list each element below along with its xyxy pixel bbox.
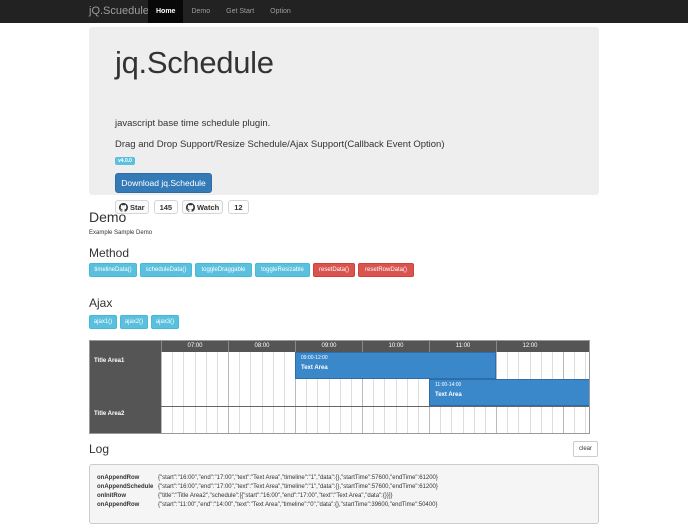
schedule-event-text: Text Area [435, 392, 462, 398]
log-entry-event: onAppendSchedule [97, 484, 154, 490]
navbar-brand[interactable]: jQ.Scuedule.js [0, 0, 160, 23]
page-title: jq.Schedule [115, 45, 274, 80]
log-panel: onAppendRow {"start":"16:00","end":"17:00… [89, 464, 599, 524]
navbar: jQ.Scuedule.js Home Demo Get Start Optio… [0, 0, 688, 23]
log-entry-detail: {"start":"16:00","end":"17:00","text":"T… [158, 484, 438, 490]
demo-heading: Demo [89, 209, 127, 225]
schedule-grid-line [216, 352, 218, 433]
schedule-title-column: Title Area1 Title Area2 [90, 341, 161, 433]
method-heading: Method [89, 246, 130, 260]
schedule-hour-label: 08:00 [228, 341, 295, 352]
schedule-hour-label: 12:00 [496, 341, 563, 352]
nav-item-option[interactable]: Option [262, 0, 299, 23]
nav-item-get-start[interactable]: Get Start [218, 0, 262, 23]
schedule-event-text: Text Area [301, 365, 328, 371]
schedule-event[interactable]: 09:00-12:00 Text Area [295, 352, 496, 379]
log-entry-event: onAppendRow [97, 475, 140, 481]
jumbotron: jq.Schedule javascript base time schedul… [89, 27, 599, 214]
schedule-hour-header: 07:00 08:00 09:00 10:00 11:00 12:00 [161, 341, 589, 352]
ajax-heading: Ajax [89, 296, 113, 310]
toggle-resizable-button[interactable]: toggleResizable [255, 263, 310, 277]
schedule-grid-line [261, 352, 263, 433]
log-entry: onAppendSchedule {"start":"16:00","end":"… [97, 484, 438, 490]
ajax-button-group: ajax1() ajax2() ajax3() [89, 315, 179, 329]
method-button-group: timelineData() scheduleData() toggleDrag… [89, 263, 414, 277]
schedule-event-time: 09:00-12:00 [301, 355, 328, 361]
schedule-event[interactable]: 11:00-14:00 Text Area [429, 379, 589, 406]
log-entry-detail: {"start":"16:00","end":"17:00","text":"T… [158, 475, 438, 481]
schedule-grid-line [283, 352, 285, 433]
schedule-hour-label: 07:00 [161, 341, 228, 352]
download-button[interactable]: Download jq.Schedule [115, 173, 212, 193]
schedule-grid-line [250, 352, 252, 433]
log-entry-detail: {"title":"Title Area2","schedule":[{"sta… [158, 493, 393, 499]
schedule-grid-line [161, 352, 162, 433]
schedule-grid-line [194, 352, 196, 433]
reset-row-data-button[interactable]: resetRowData() [358, 263, 414, 277]
schedule-event-time: 11:00-14:00 [435, 382, 462, 388]
schedule-hour-label: 09:00 [295, 341, 362, 352]
version-badge: v4.0.0 [115, 157, 135, 165]
github-star-label: Star [130, 202, 145, 212]
log-entry-event: onInitRow [97, 493, 126, 499]
nav-item-home[interactable]: Home [148, 0, 184, 23]
schedule-row-title-1: Title Area1 [94, 358, 125, 364]
log-entry: onInitRow {"title":"Title Area2","schedul… [97, 493, 393, 499]
ajax1-button[interactable]: ajax1() [89, 315, 117, 329]
features-text: Drag and Drop Support/Resize Schedule/Aj… [115, 139, 445, 150]
demo-description: Example Sample Demo [89, 230, 153, 236]
schedule-grid-line [172, 352, 174, 433]
schedule-grid-line [183, 352, 185, 433]
schedule-grid-line [239, 352, 241, 433]
schedule-grid-line [228, 352, 229, 433]
log-heading: Log [89, 442, 110, 456]
schedule-data-button[interactable]: scheduleData() [140, 263, 192, 277]
ajax2-button[interactable]: ajax2() [120, 315, 148, 329]
schedule-row-divider [161, 406, 589, 407]
github-watch-label: Watch [197, 202, 220, 212]
ajax3-button[interactable]: ajax3() [151, 315, 179, 329]
schedule-hour-label: 11:00 [429, 341, 496, 352]
subtitle: javascript base time schedule plugin. [115, 118, 271, 129]
toggle-draggable-button[interactable]: toggleDraggable [195, 263, 252, 277]
clear-log-button[interactable]: clear [573, 441, 598, 457]
reset-data-button[interactable]: resetData() [313, 263, 355, 277]
log-entry-event: onAppendRow [97, 502, 140, 508]
log-entry-detail: {"start":"11:00","end":"14:00","text":"T… [158, 502, 438, 508]
github-watch-widget: Watch 12 [182, 200, 249, 214]
schedule-hour-label: 10:00 [362, 341, 429, 352]
nav-item-demo[interactable]: Demo [183, 0, 218, 23]
log-entry: onAppendRow {"start":"16:00","end":"17:00… [97, 475, 438, 481]
schedule-grid-line [205, 352, 207, 433]
github-icon [186, 202, 195, 212]
timeline-data-button[interactable]: timelineData() [89, 263, 137, 277]
github-watch-count[interactable]: 12 [228, 200, 249, 214]
schedule-timeline: Title Area1 Title Area2 07:00 08:00 09:00 1… [89, 340, 590, 434]
log-entry: onAppendRow {"start":"11:00","end":"14:00… [97, 502, 437, 508]
github-star-count[interactable]: 145 [153, 200, 179, 214]
github-watch-button[interactable]: Watch [182, 200, 224, 214]
schedule-row-title-2: Title Area2 [94, 411, 125, 417]
schedule-grid-line [272, 352, 274, 433]
